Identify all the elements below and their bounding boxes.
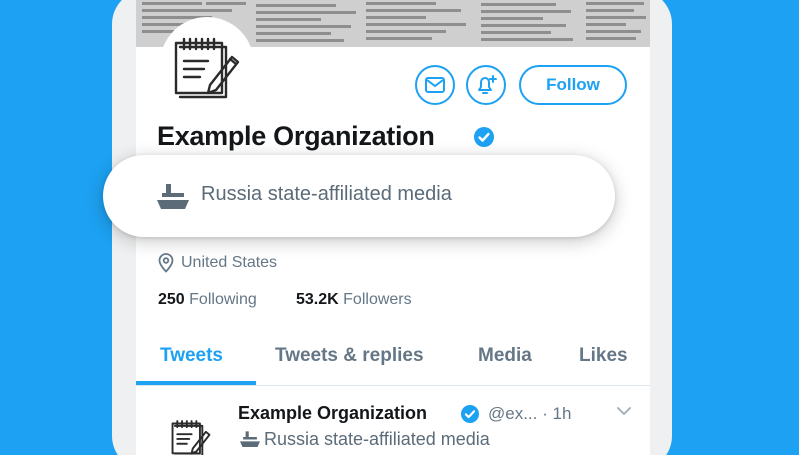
tab-media[interactable]: Media [478,345,532,367]
following-label: Following [189,291,257,308]
profile-location: United States [181,254,278,271]
tweet-state-media-label[interactable]: Russia state-affiliated media [264,429,490,450]
tweet-verified-badge-icon [461,405,479,423]
follow-button[interactable]: Follow [519,65,627,105]
tab-divider [136,385,650,386]
message-button[interactable] [415,65,455,105]
envelope-icon [425,77,445,93]
following-count: 250 [158,291,185,308]
chevron-down-icon[interactable] [616,405,632,417]
notifications-button[interactable] [466,65,506,105]
bell-plus-icon [478,75,497,94]
tab-tweets-and-replies[interactable]: Tweets & replies [275,345,424,367]
verified-badge-icon [474,127,494,147]
location-pin-icon [158,253,174,273]
tweet-handle-time: @ex... · 1h [488,404,572,423]
podium-icon [157,184,189,209]
followers-label: Followers [343,291,412,308]
profile-avatar[interactable] [160,17,254,111]
tweet-podium-icon [240,431,260,447]
tweet-author-name[interactable]: Example Organization [238,403,427,424]
followers-count: 53.2K [296,291,339,308]
tab-tweets[interactable]: Tweets [160,345,223,367]
notepad-pen-icon [174,37,240,99]
tweet-avatar-notepad-icon[interactable] [163,408,219,455]
state-media-label[interactable]: Russia state-affiliated media [201,183,452,206]
following-stat[interactable]: 250 Following [158,291,257,309]
followers-stat[interactable]: 53.2K Followers [296,291,412,309]
profile-name: Example Organization [157,121,435,151]
tab-likes[interactable]: Likes [579,345,628,367]
